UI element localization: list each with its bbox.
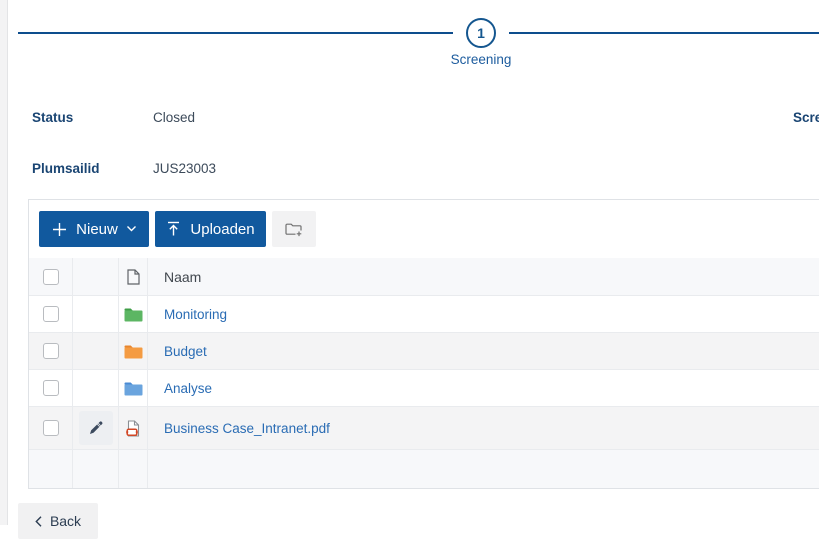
plumsailid-label: Plumsailid	[32, 161, 100, 176]
row-checkbox[interactable]	[42, 380, 59, 396]
orange-folder-icon	[124, 344, 143, 359]
stepper-step-number: 1	[477, 25, 485, 41]
blue-folder-icon	[124, 381, 143, 396]
stepper-line-right	[509, 32, 819, 34]
new-button[interactable]: Nieuw	[39, 211, 149, 247]
stepper-step-label: Screening	[450, 52, 512, 67]
document-type-column-icon	[126, 268, 140, 285]
stepper-step-1-circle: 1	[466, 18, 496, 48]
plus-icon	[52, 222, 67, 237]
upload-button[interactable]: Uploaden	[155, 211, 266, 247]
document-library-panel: Nieuw Uploaden Naam Monitoring Budget An…	[28, 199, 819, 489]
table-row: Business Case_Intranet.pdf	[29, 407, 819, 450]
status-label: Status	[32, 110, 74, 125]
status-value: Closed	[153, 110, 196, 125]
back-button[interactable]: Back	[18, 503, 98, 539]
table-row: Analyse	[29, 370, 819, 407]
row-checkbox[interactable]	[42, 420, 59, 436]
stepper-line-left	[18, 32, 453, 34]
new-button-label: Nieuw	[76, 220, 118, 238]
edit-button[interactable]	[78, 411, 113, 445]
folder-link[interactable]: Budget	[164, 344, 207, 359]
green-folder-icon	[124, 307, 143, 322]
table-empty-row	[29, 450, 819, 488]
back-button-label: Back	[49, 513, 82, 529]
table-header-row: Naam	[29, 258, 819, 296]
select-all-checkbox[interactable]	[42, 268, 59, 285]
new-folder-icon	[285, 222, 303, 237]
name-column-header[interactable]: Naam	[148, 269, 819, 285]
upload-icon	[166, 221, 181, 237]
folder-link[interactable]: Monitoring	[164, 307, 227, 322]
table-row: Monitoring	[29, 296, 819, 333]
row-checkbox[interactable]	[42, 306, 59, 322]
file-link[interactable]: Business Case_Intranet.pdf	[164, 421, 330, 436]
page-left-gutter	[0, 0, 8, 525]
table-row: Budget	[29, 333, 819, 370]
library-toolbar: Nieuw Uploaden	[29, 200, 819, 258]
pdf-icon	[125, 419, 141, 437]
row-checkbox[interactable]	[42, 343, 59, 359]
files-table: Naam Monitoring Budget Analyse Business …	[29, 258, 819, 488]
chevron-down-icon	[126, 226, 136, 232]
folder-link[interactable]: Analyse	[164, 381, 212, 396]
pencil-icon	[88, 420, 104, 436]
screening-right-label: Screening	[793, 110, 819, 125]
new-folder-button[interactable]	[272, 211, 316, 247]
edit-column-header	[73, 258, 119, 295]
plumsailid-value: JUS23003	[153, 161, 217, 176]
upload-button-label: Uploaden	[190, 220, 255, 238]
